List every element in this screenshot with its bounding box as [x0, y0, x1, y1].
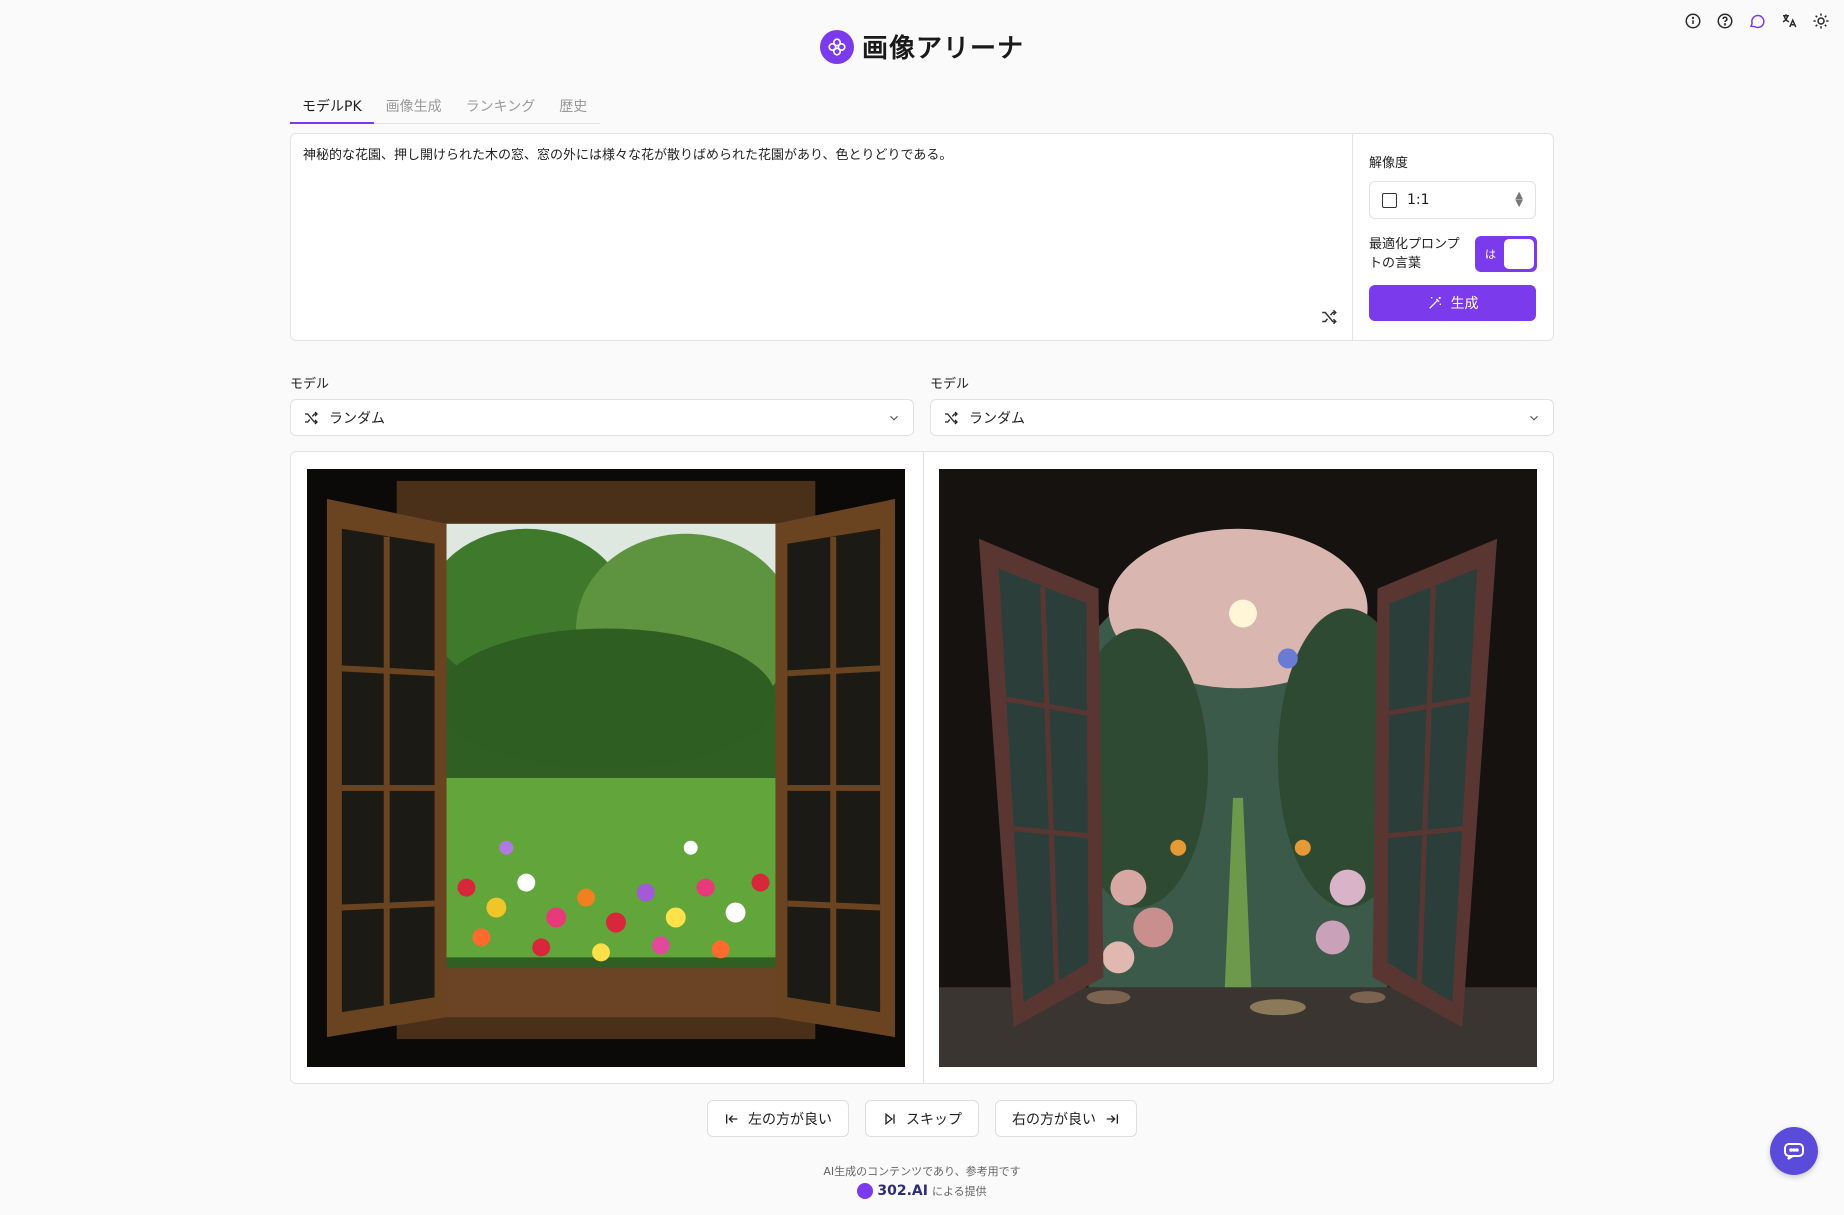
- generate-label: 生成: [1450, 296, 1479, 312]
- provided-by-text: による提供: [931, 1185, 987, 1198]
- left-generated-image[interactable]: [307, 469, 905, 1067]
- brand-logo-icon: [857, 1183, 874, 1199]
- footer: AI生成のコンテンツであり、参考用です 302.AI による提供: [0, 1163, 1844, 1199]
- arrow-left-to-line-icon: [726, 1113, 738, 1124]
- right-generated-image[interactable]: [939, 469, 1537, 1067]
- app-header: 画像アリーナ: [0, 28, 1844, 65]
- left-model-column: モデル ランダム: [290, 373, 914, 436]
- left-model-select[interactable]: ランダム: [290, 399, 914, 436]
- chat-support-button[interactable]: [1770, 1127, 1818, 1175]
- tab-bar: モデルPK 画像生成 ランキング 歴史: [290, 92, 600, 124]
- chat-bubble-icon: [1784, 1143, 1804, 1160]
- tab-model-pk[interactable]: モデルPK: [290, 92, 374, 124]
- up-down-icon: ▲ ▼: [1515, 190, 1523, 209]
- tab-image-generation[interactable]: 画像生成: [374, 92, 454, 124]
- magic-wand-icon: [1428, 297, 1441, 309]
- optimize-label: 最適化プロンプトの言葉: [1369, 237, 1460, 271]
- page-title: 画像アリーナ: [861, 34, 1024, 64]
- shuffle-icon: [305, 411, 318, 424]
- skip-forward-icon: [885, 1112, 895, 1125]
- tab-ranking[interactable]: ランキング: [454, 92, 548, 124]
- right-model-column: モデル ランダム: [930, 373, 1554, 436]
- resolution-value: 1:1: [1407, 192, 1430, 208]
- right-better-button[interactable]: 右の方が良い: [995, 1100, 1137, 1137]
- shuffle-icon: [945, 411, 958, 424]
- left-model-value: ランダム: [329, 410, 385, 427]
- resolution-select[interactable]: 1:1 ▲ ▼: [1369, 181, 1536, 219]
- tab-history[interactable]: 歴史: [547, 92, 599, 124]
- left-better-button[interactable]: 左の方が良い: [707, 1100, 849, 1137]
- prompt-textarea[interactable]: 神秘的な花園、押し開けられた木の窓、窓の外には様々な花が散りばめられた花園があり…: [291, 134, 1353, 340]
- optimize-row: 最適化プロンプトの言葉 は: [1369, 235, 1537, 273]
- comparison-card: [290, 451, 1554, 1084]
- arrow-right-to-line-icon: [1106, 1113, 1118, 1124]
- generate-button[interactable]: 生成: [1369, 285, 1536, 321]
- brand-name[interactable]: 302.AI: [877, 1183, 928, 1199]
- prompt-card: 神秘的な花園、押し開けられた木の窓、窓の外には様々な花が散りばめられた花園があり…: [290, 133, 1554, 341]
- chevron-down-icon: [1530, 415, 1538, 421]
- random-prompt-icon[interactable]: [1320, 308, 1338, 326]
- toggle-text: は: [1485, 248, 1497, 261]
- skip-button[interactable]: スキップ: [865, 1100, 979, 1137]
- right-better-label: 右の方が良い: [1012, 1111, 1096, 1128]
- skip-label: スキップ: [906, 1111, 962, 1128]
- square-icon: [1382, 192, 1397, 208]
- resolution-label: 解像度: [1369, 156, 1409, 171]
- left-model-label: モデル: [290, 377, 330, 392]
- image-divider: [923, 452, 924, 1083]
- flower-logo-icon: [819, 29, 854, 64]
- right-model-value: ランダム: [969, 410, 1025, 427]
- chevron-down-icon: [890, 415, 898, 421]
- toggle-knob: [1504, 239, 1534, 269]
- settings-panel: 解像度 1:1 ▲ ▼ 最適化プロンプトの言葉 は 生成: [1353, 134, 1553, 340]
- right-model-select[interactable]: ランダム: [930, 399, 1554, 436]
- prompt-text: 神秘的な花園、押し開けられた木の窓、窓の外には様々な花が散りばめられた花園があり…: [303, 148, 953, 163]
- right-model-label: モデル: [930, 377, 970, 392]
- optimize-toggle[interactable]: は: [1475, 236, 1537, 272]
- brand-row: 302.AI による提供: [0, 1183, 1844, 1199]
- left-better-label: 左の方が良い: [748, 1111, 832, 1128]
- vote-buttons: 左の方が良い スキップ 右の方が良い: [0, 1100, 1844, 1137]
- disclaimer-text: AI生成のコンテンツであり、参考用です: [823, 1165, 1021, 1178]
